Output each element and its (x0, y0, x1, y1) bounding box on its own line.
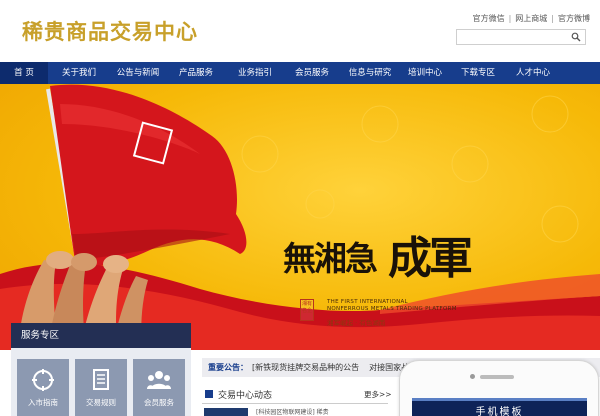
main-nav: 首 页 关于我们 公告与新闻 产品服务 业务指引 会员服务 信息与研究 培训中心… (0, 62, 600, 84)
nav-item-research[interactable]: 信息与研究 (340, 62, 400, 84)
search-icon[interactable] (571, 32, 581, 42)
calligraphy-headline-small: 無湘急 (283, 239, 378, 278)
news-thumbnail[interactable] (204, 408, 248, 416)
news-list-item[interactable]: [科技园区物联网建设] 稀贵 (256, 407, 386, 416)
page: 稀贵商品交易中心 官方微信 | 网上商城 | 官方微博 首 页 关于我们 公告与新闻 产… (0, 0, 600, 416)
weibo-link[interactable]: 官方微博 (558, 14, 590, 23)
banner-english-line-2: NONFERROUS METALS TRADING PLATFORM (327, 306, 457, 312)
wechat-link[interactable]: 官方微信 (473, 14, 505, 23)
nav-item-home[interactable]: 首 页 (0, 62, 48, 84)
news-more-link[interactable]: 更多>> (364, 389, 392, 400)
news-section-title: 交易中心动态 (218, 391, 273, 401)
nav-item-training[interactable]: 培训中心 (400, 62, 450, 84)
phone-screen-bar (412, 398, 587, 401)
search-box (456, 29, 586, 50)
search-input[interactable] (457, 35, 567, 50)
announcement-item[interactable]: [新铁现货挂牌交易品种的公告 (252, 363, 359, 372)
hero-banner[interactable]: 無湘急 成軍 湘有名企 THE FIRST INTERNATIONAL NONF… (0, 84, 600, 350)
nav-item-about[interactable]: 关于我们 (48, 62, 110, 84)
document-icon (93, 369, 109, 390)
service-panel-title: 服务专区 (11, 323, 191, 348)
seal-stamp: 湘有名企 (300, 299, 314, 321)
header: 稀贵商品交易中心 官方微信 | 网上商城 | 官方微博 (0, 0, 600, 62)
nav-item-member-service[interactable]: 会员服务 (284, 62, 340, 84)
site-logo[interactable]: 稀贵商品交易中心 (22, 16, 198, 46)
trading-rules-button[interactable]: 交易规则 (75, 359, 127, 416)
phone-camera (470, 374, 475, 379)
phone-speaker (480, 375, 514, 379)
market-entry-guide-label: 入市指南 (28, 398, 58, 407)
market-entry-guide-button[interactable]: 入市指南 (17, 359, 69, 416)
trading-rules-label: 交易规则 (86, 398, 116, 407)
member-services-button[interactable]: 会员服务 (133, 359, 185, 416)
service-panel: 服务专区 入市指南 交易规则 会员服务 (11, 323, 191, 416)
news-section-header: 交易中心动态 更多>> (202, 385, 392, 404)
compass-icon (32, 369, 54, 391)
top-links: 官方微信 | 网上商城 | 官方微博 (473, 13, 590, 24)
announcement-label: 重要公告： (208, 363, 248, 372)
nav-item-careers[interactable]: 人才中心 (506, 62, 560, 84)
service-panel-body: 入市指南 交易规则 会员服务 (11, 348, 191, 416)
phone-screen[interactable]: 手机模板 (412, 398, 587, 416)
nav-item-products[interactable]: 产品服务 (166, 62, 226, 84)
divider: | (508, 14, 512, 23)
divider: | (551, 14, 554, 23)
banner-slogan: 湘军崛起 · 有色湖南 (327, 319, 386, 327)
section-marker-icon (205, 390, 213, 398)
nav-item-business-guide[interactable]: 业务指引 (226, 62, 284, 84)
nav-item-downloads[interactable]: 下载专区 (450, 62, 506, 84)
nav-item-news[interactable]: 公告与新闻 (110, 62, 166, 84)
phone-mockup: 手机模板 (399, 360, 599, 416)
online-mall-link[interactable]: 网上商城 (515, 14, 547, 23)
calligraphy-headline-large: 成軍 (388, 233, 473, 284)
phone-screen-title: 手机模板 (475, 407, 524, 416)
users-icon (147, 371, 171, 389)
member-services-label: 会员服务 (144, 398, 174, 407)
banner-english-line-1: THE FIRST INTERNATIONAL (327, 299, 408, 305)
